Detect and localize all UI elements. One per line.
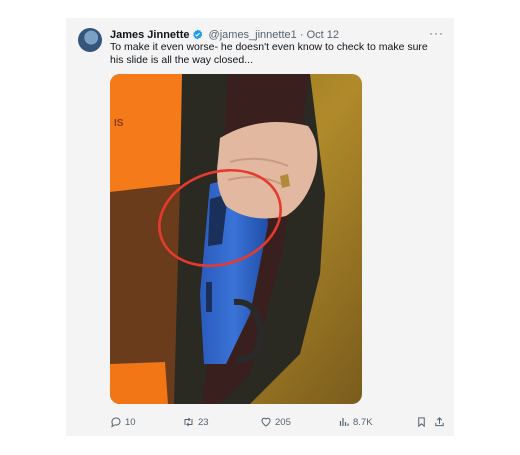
bookmark-icon xyxy=(418,417,425,428)
tweet-actions: 10 23 205 8.7K xyxy=(110,414,446,430)
retweet-icon xyxy=(184,417,193,427)
share-icon xyxy=(435,417,444,427)
like-count: 205 xyxy=(275,416,291,428)
tweet-date[interactable]: Oct 12 xyxy=(307,29,339,41)
author-avatar[interactable] xyxy=(78,28,102,52)
retweet-count: 23 xyxy=(198,416,209,428)
reply-icon xyxy=(111,417,121,428)
bookmark-button[interactable] xyxy=(416,414,427,430)
vest-lettering: IS xyxy=(114,118,124,129)
share-button[interactable] xyxy=(434,414,445,430)
tweet-text: To make it even worse- he doesn't even k… xyxy=(110,41,428,66)
tweet-card[interactable]: James Jinnette @james_jinnette1 · Oct 12… xyxy=(66,18,454,436)
more-options-icon[interactable]: ··· xyxy=(429,25,444,41)
views-icon xyxy=(339,418,349,426)
separator-dot: · xyxy=(299,29,304,41)
reply-count: 10 xyxy=(125,416,136,428)
views-count: 8.7K xyxy=(353,416,373,428)
author-name[interactable]: James Jinnette xyxy=(110,29,189,41)
retweet-button[interactable]: 23 xyxy=(182,414,209,430)
tweet-image[interactable]: IS xyxy=(110,74,362,404)
like-icon xyxy=(261,417,271,427)
like-button[interactable]: 205 xyxy=(260,414,291,430)
views-button[interactable]: 8.7K xyxy=(338,414,373,430)
reply-button[interactable]: 10 xyxy=(110,414,136,430)
shotgun-photo: IS xyxy=(110,74,362,404)
author-handle[interactable]: @james_jinnette1 xyxy=(209,29,297,41)
